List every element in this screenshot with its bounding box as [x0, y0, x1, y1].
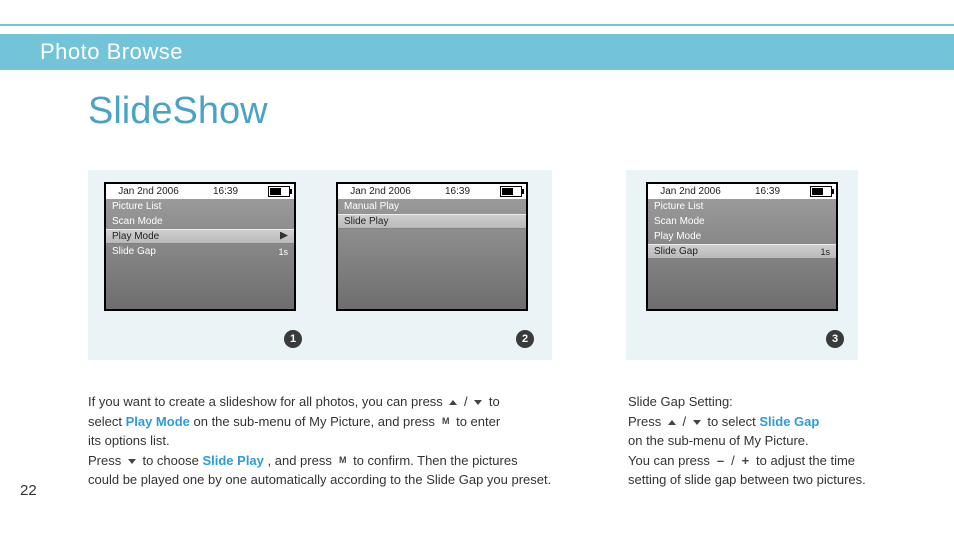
device-frame: Jan 2nd 2006 16:39 Manual Play Slide Pla…: [336, 182, 528, 311]
chevron-down-icon: [690, 417, 704, 427]
text: to select: [707, 414, 759, 429]
device-screen: Picture List Scan Mode Play Mode Slide G…: [106, 199, 294, 309]
menu-item-value: [280, 232, 288, 242]
text: setting of slide gap between two picture…: [628, 470, 928, 490]
menu-item-label: Picture List: [112, 201, 161, 212]
menu-item: Manual Play: [338, 199, 526, 214]
menu-item: Scan Mode: [648, 214, 836, 229]
text: If you want to create a slideshow for al…: [88, 394, 446, 409]
text: on the sub-menu of My Picture, and press: [194, 414, 439, 429]
text: Press: [628, 414, 665, 429]
text: You can press: [628, 453, 714, 468]
plus-icon: +: [738, 456, 752, 466]
highlight-play-mode: Play Mode: [126, 414, 190, 429]
menu-item-label: Play Mode: [654, 231, 701, 242]
menu-item: Slide Gap 1s: [106, 244, 294, 259]
device-screen: Picture List Scan Mode Play Mode Slide G…: [648, 199, 836, 309]
m-button-icon: M: [335, 456, 349, 466]
text: to: [489, 394, 500, 409]
text: to adjust the time: [756, 453, 855, 468]
status-date: Jan 2nd 2006: [342, 186, 419, 197]
status-time: 16:39: [419, 186, 496, 197]
section-banner: Photo Browse: [0, 34, 954, 70]
menu-list: Picture List Scan Mode Play Mode Slide G…: [648, 199, 836, 259]
badge-number: 3: [832, 333, 838, 345]
menu-item-value: 1s: [820, 247, 830, 257]
text: , and press: [268, 453, 336, 468]
menu-item-label: Scan Mode: [654, 216, 705, 227]
status-time: 16:39: [729, 186, 806, 197]
menu-item-label: Manual Play: [344, 201, 399, 212]
menu-item-selected: Slide Play: [338, 214, 526, 229]
chevron-up-icon: [665, 417, 679, 427]
text: Press: [88, 453, 125, 468]
battery-icon: [268, 186, 290, 197]
page-title: SlideShow: [88, 90, 268, 133]
text: select: [88, 414, 126, 429]
chevron-down-icon: [125, 456, 139, 466]
status-bar: Jan 2nd 2006 16:39: [106, 184, 294, 199]
text: to choose: [142, 453, 202, 468]
chevron-right-icon: [280, 232, 288, 240]
badge-number: 1: [290, 333, 296, 345]
menu-item: Picture List: [648, 199, 836, 214]
device-screenshot-2: Jan 2nd 2006 16:39 Manual Play Slide Pla…: [336, 182, 528, 311]
text: to enter: [456, 414, 500, 429]
badge-number: 2: [522, 333, 528, 345]
highlight-slide-gap: Slide Gap: [759, 414, 819, 429]
text: on the sub-menu of My Picture.: [628, 431, 928, 451]
body-text-left: If you want to create a slideshow for al…: [88, 392, 578, 490]
menu-list: Manual Play Slide Play: [338, 199, 526, 229]
step-badge-1: 1: [284, 330, 302, 348]
menu-item-label: Slide Gap: [112, 246, 156, 257]
text: /: [682, 414, 689, 429]
minus-icon: –: [714, 456, 728, 466]
m-button-icon: M: [438, 417, 452, 427]
menu-item: Picture List: [106, 199, 294, 214]
status-bar: Jan 2nd 2006 16:39: [648, 184, 836, 199]
menu-item-label: Slide Play: [344, 216, 388, 227]
battery-icon: [500, 186, 522, 197]
body-text-right: Slide Gap Setting: Press / to select Sli…: [628, 392, 928, 490]
menu-item-value: 1s: [278, 247, 288, 257]
status-bar: Jan 2nd 2006 16:39: [338, 184, 526, 199]
menu-item-label: Picture List: [654, 201, 703, 212]
device-screenshot-1: Jan 2nd 2006 16:39 Picture List Scan Mod…: [104, 182, 296, 311]
text: Slide Gap Setting:: [628, 392, 928, 412]
chevron-down-icon: [471, 398, 485, 408]
menu-item-selected: Play Mode: [106, 229, 294, 244]
text: its options list.: [88, 431, 578, 451]
battery-icon: [810, 186, 832, 197]
menu-item-label: Slide Gap: [654, 246, 698, 257]
device-frame: Jan 2nd 2006 16:39 Picture List Scan Mod…: [646, 182, 838, 311]
top-rule: [0, 24, 954, 26]
menu-item: Scan Mode: [106, 214, 294, 229]
text: /: [464, 394, 471, 409]
section-title: Photo Browse: [40, 39, 183, 64]
step-badge-3: 3: [826, 330, 844, 348]
status-time: 16:39: [187, 186, 264, 197]
chevron-up-icon: [446, 398, 460, 408]
page-number: 22: [20, 482, 37, 499]
menu-item-label: Play Mode: [112, 231, 159, 242]
device-screen: Manual Play Slide Play: [338, 199, 526, 309]
menu-list: Picture List Scan Mode Play Mode Slide G…: [106, 199, 294, 259]
text: to confirm. Then the pictures: [353, 453, 518, 468]
step-badge-2: 2: [516, 330, 534, 348]
text: could be played one by one automatically…: [88, 470, 578, 490]
device-frame: Jan 2nd 2006 16:39 Picture List Scan Mod…: [104, 182, 296, 311]
menu-item-label: Scan Mode: [112, 216, 163, 227]
device-screenshot-3: Jan 2nd 2006 16:39 Picture List Scan Mod…: [646, 182, 838, 311]
status-date: Jan 2nd 2006: [652, 186, 729, 197]
menu-item-selected: Slide Gap 1s: [648, 244, 836, 259]
text: /: [731, 453, 738, 468]
status-date: Jan 2nd 2006: [110, 186, 187, 197]
menu-item: Play Mode: [648, 229, 836, 244]
highlight-slide-play: Slide Play: [202, 453, 263, 468]
